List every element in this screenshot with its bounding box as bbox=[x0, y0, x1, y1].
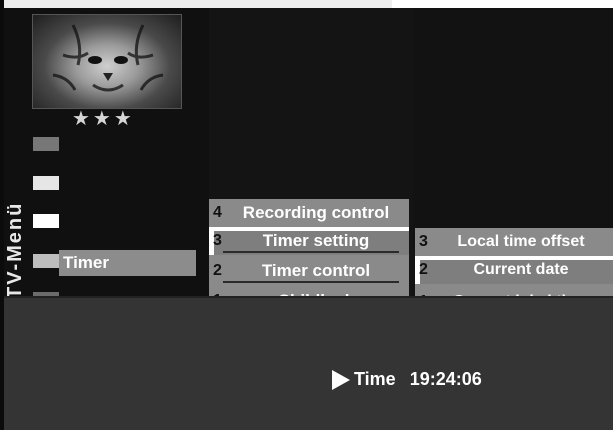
menu-item-timer-setting[interactable]: 3 Timer setting bbox=[209, 227, 409, 255]
divider bbox=[223, 281, 399, 283]
menu-item-timer-control[interactable]: 2 Timer control bbox=[209, 257, 409, 285]
play-arrow-icon bbox=[332, 370, 350, 391]
divider bbox=[223, 251, 399, 253]
tv-menu-title: TV-Menü bbox=[4, 201, 26, 299]
top-border-right bbox=[392, 0, 613, 8]
time-label: Time bbox=[354, 369, 396, 389]
menu-item-current-date[interactable]: 2 Current date bbox=[415, 256, 613, 284]
menu-item-number: 3 bbox=[419, 233, 428, 250]
time-value: 19:24:06 bbox=[409, 369, 482, 389]
menu-item-label: Recording control bbox=[242, 203, 390, 222]
category-tab-2[interactable] bbox=[33, 176, 59, 190]
time-readout: Time 19:24:06 bbox=[332, 366, 482, 392]
selected-category-timer[interactable]: Timer bbox=[59, 250, 196, 276]
category-tab-3[interactable] bbox=[33, 214, 59, 228]
menu-item-number: 4 bbox=[213, 204, 222, 221]
tv-screen: ★★★ TV-Menü Timer 4 Recording control 3 … bbox=[0, 0, 613, 430]
menu-item-number: 2 bbox=[419, 261, 428, 278]
menu-item-local-time-offset[interactable]: 3 Local time offset bbox=[415, 228, 613, 256]
menu-item-recording-control[interactable]: 4 Recording control bbox=[209, 199, 409, 227]
menu-item-label: Current date bbox=[473, 261, 569, 278]
top-border bbox=[0, 0, 392, 8]
status-bar bbox=[4, 296, 613, 430]
category-tab-timer[interactable] bbox=[33, 254, 59, 268]
menu-item-label: Local time offset bbox=[457, 233, 585, 250]
tiger-photo-icon bbox=[32, 14, 182, 109]
category-tab-1[interactable] bbox=[33, 137, 59, 151]
rating-stars: ★★★ bbox=[72, 108, 135, 130]
